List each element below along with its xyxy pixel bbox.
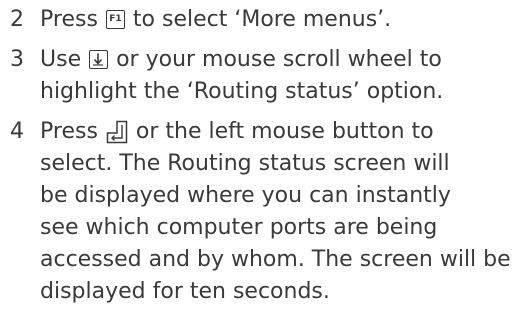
enter-key-icon [106, 120, 128, 144]
step-line: select. The Routing status screen will [40, 151, 450, 176]
step-line: Press or the left mouse button to [40, 119, 434, 144]
step-number: 3 [10, 47, 24, 72]
step-line: see which computer ports are being [40, 215, 438, 240]
step-line: Use or your mouse scroll wheel to [40, 47, 442, 72]
step-2: 2 Press F1 to select ‘More menus’. [10, 4, 522, 36]
step-3: 3 Use or your mouse scroll wheel to high… [10, 44, 522, 108]
step-line: accessed and by whom. The screen will be [40, 247, 511, 272]
step-line: Press F1 to select ‘More menus’. [40, 7, 392, 32]
step-number: 2 [10, 7, 24, 32]
step-4: 4 Press or the left mouse button to sele… [10, 116, 522, 308]
instruction-steps: 2 Press F1 to select ‘More menus’. 3 Use… [10, 4, 522, 316]
step-number: 4 [10, 119, 24, 144]
step-line: highlight the ‘Routing status’ option. [40, 79, 444, 104]
step-line: displayed for ten seconds. [40, 279, 330, 304]
down-arrow-key-icon [89, 50, 109, 69]
f1-key-icon: F1 [105, 10, 125, 29]
step-line: be displayed where you can instantly [40, 183, 451, 208]
